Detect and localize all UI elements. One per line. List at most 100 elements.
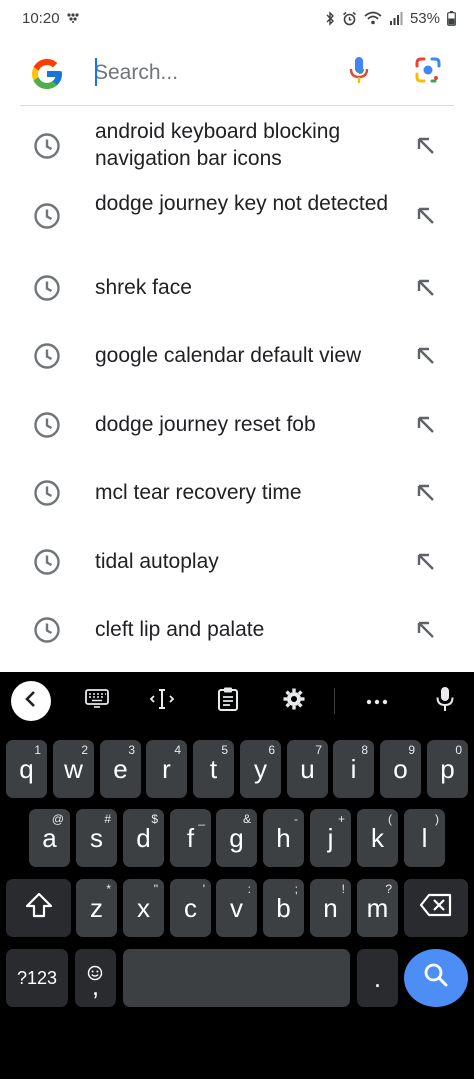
status-bar: 10:20 53%: [0, 0, 474, 36]
suggestion-text: dodge journey key not detected: [95, 192, 389, 215]
key-c[interactable]: c ': [170, 879, 211, 937]
history-clock-icon: [33, 411, 61, 439]
key-label: q: [19, 753, 34, 784]
space-key[interactable]: [123, 949, 350, 1007]
fill-query-arrow-icon[interactable]: [414, 134, 438, 158]
key-hint: ': [202, 882, 205, 896]
key-hint: (: [388, 812, 392, 826]
suggestion-text: cleft lip and palate: [95, 618, 265, 641]
key-j[interactable]: j +: [310, 809, 351, 867]
chevron-left-icon: [24, 690, 38, 713]
key-hint: ): [435, 812, 439, 826]
key-label: w: [64, 753, 83, 784]
fill-query-arrow-icon[interactable]: [414, 204, 438, 228]
keyboard-switch-button[interactable]: [82, 686, 112, 716]
keyboard-voice-button[interactable]: [430, 686, 460, 716]
suggestion-item[interactable]: android keyboard blocking navigation bar…: [0, 110, 474, 182]
key-hint: 8: [361, 743, 368, 757]
key-d[interactable]: d $: [123, 809, 164, 867]
key-m[interactable]: m?: [357, 879, 398, 937]
suggestion-item[interactable]: tidal autoplay: [0, 528, 474, 596]
toolbar-divider: [334, 688, 335, 714]
key-w[interactable]: w2: [53, 740, 94, 798]
pinwheel-notification-icon: [66, 13, 80, 23]
comma-emoji-key[interactable]: ,: [75, 949, 116, 1007]
key-label: n: [323, 892, 338, 923]
key-hint: -: [294, 812, 298, 826]
period-key[interactable]: .: [357, 949, 398, 1007]
key-hint: ;: [294, 882, 298, 896]
key-label: m: [366, 892, 389, 923]
fill-query-arrow-icon[interactable]: [414, 413, 438, 437]
key-hint: 7: [315, 743, 322, 757]
fill-query-arrow-icon[interactable]: [414, 618, 438, 642]
key-label: s: [90, 822, 103, 853]
symbols-key[interactable]: ?123: [6, 949, 68, 1007]
key-o[interactable]: o9: [380, 740, 421, 798]
key-a[interactable]: a @: [29, 809, 70, 867]
key-l[interactable]: l): [404, 809, 445, 867]
key-i[interactable]: i8: [333, 740, 374, 798]
search-key[interactable]: [404, 949, 468, 1007]
key-s[interactable]: s #: [76, 809, 117, 867]
key-label: a: [42, 822, 57, 853]
key-y[interactable]: y6: [240, 740, 281, 798]
key-label: ?123: [16, 967, 58, 988]
key-hint: ": [153, 882, 158, 896]
keyboard-toolbar: [0, 672, 474, 730]
voice-search-button[interactable]: [344, 56, 374, 88]
keyboard-icon: [84, 688, 110, 715]
battery-percent: 53%: [409, 9, 440, 27]
key-h[interactable]: h-: [263, 809, 304, 867]
more-options-button[interactable]: [362, 686, 392, 716]
suggestion-item[interactable]: cleft lip and palate: [0, 596, 474, 666]
clipboard-button[interactable]: [213, 686, 243, 716]
key-u[interactable]: u7: [287, 740, 328, 798]
suggestion-item[interactable]: dodge journey reset fob: [0, 391, 474, 459]
fill-query-arrow-icon[interactable]: [414, 550, 438, 574]
key-t[interactable]: t5: [193, 740, 234, 798]
key-hint: *: [106, 882, 111, 896]
key-k[interactable]: k(: [357, 809, 398, 867]
history-clock-icon: [33, 479, 61, 507]
keyboard-settings-button[interactable]: [279, 686, 309, 716]
key-e[interactable]: e3: [100, 740, 141, 798]
key-z[interactable]: z *: [76, 879, 117, 937]
history-clock-icon: [33, 202, 61, 230]
key-f[interactable]: f _: [170, 809, 211, 867]
google-lens-button[interactable]: [412, 56, 444, 88]
backspace-key[interactable]: [404, 879, 468, 937]
key-hint: 4: [174, 743, 181, 757]
key-label: o: [393, 753, 408, 784]
fill-query-arrow-icon[interactable]: [414, 344, 438, 368]
key-b[interactable]: b;: [263, 879, 304, 937]
suggestion-item[interactable]: google calendar default view: [0, 322, 474, 391]
key-label: c: [184, 892, 197, 923]
shift-key[interactable]: [6, 879, 71, 937]
cell-signal-icon: [389, 11, 403, 25]
key-n[interactable]: n!: [310, 879, 351, 937]
key-v[interactable]: v:: [216, 879, 257, 937]
suggestion-text: tidal autoplay: [95, 550, 219, 573]
status-time: 10:20: [22, 9, 60, 27]
key-hint: 6: [268, 743, 275, 757]
fill-query-arrow-icon[interactable]: [414, 481, 438, 505]
key-hint: +: [337, 812, 345, 826]
search-input[interactable]: [94, 54, 334, 92]
search-icon: [423, 962, 449, 995]
key-r[interactable]: r4: [146, 740, 187, 798]
key-p[interactable]: p0: [427, 740, 468, 798]
camera-lens-icon: [414, 56, 442, 89]
suggestion-item[interactable]: dodge journey key not detected: [0, 182, 474, 254]
suggestion-text: mcl tear recovery time: [95, 481, 302, 504]
key-hint: 0: [455, 743, 462, 757]
toolbar-collapse-button[interactable]: [11, 681, 51, 721]
suggestion-item[interactable]: shrek face: [0, 254, 474, 322]
cursor-control-button[interactable]: [147, 686, 177, 716]
key-q[interactable]: q1: [6, 740, 47, 798]
key-x[interactable]: x ": [123, 879, 164, 937]
suggestion-item[interactable]: mcl tear recovery time: [0, 459, 474, 528]
fill-query-arrow-icon[interactable]: [414, 276, 438, 300]
key-g[interactable]: g &: [216, 809, 257, 867]
search-bar: [20, 42, 454, 106]
